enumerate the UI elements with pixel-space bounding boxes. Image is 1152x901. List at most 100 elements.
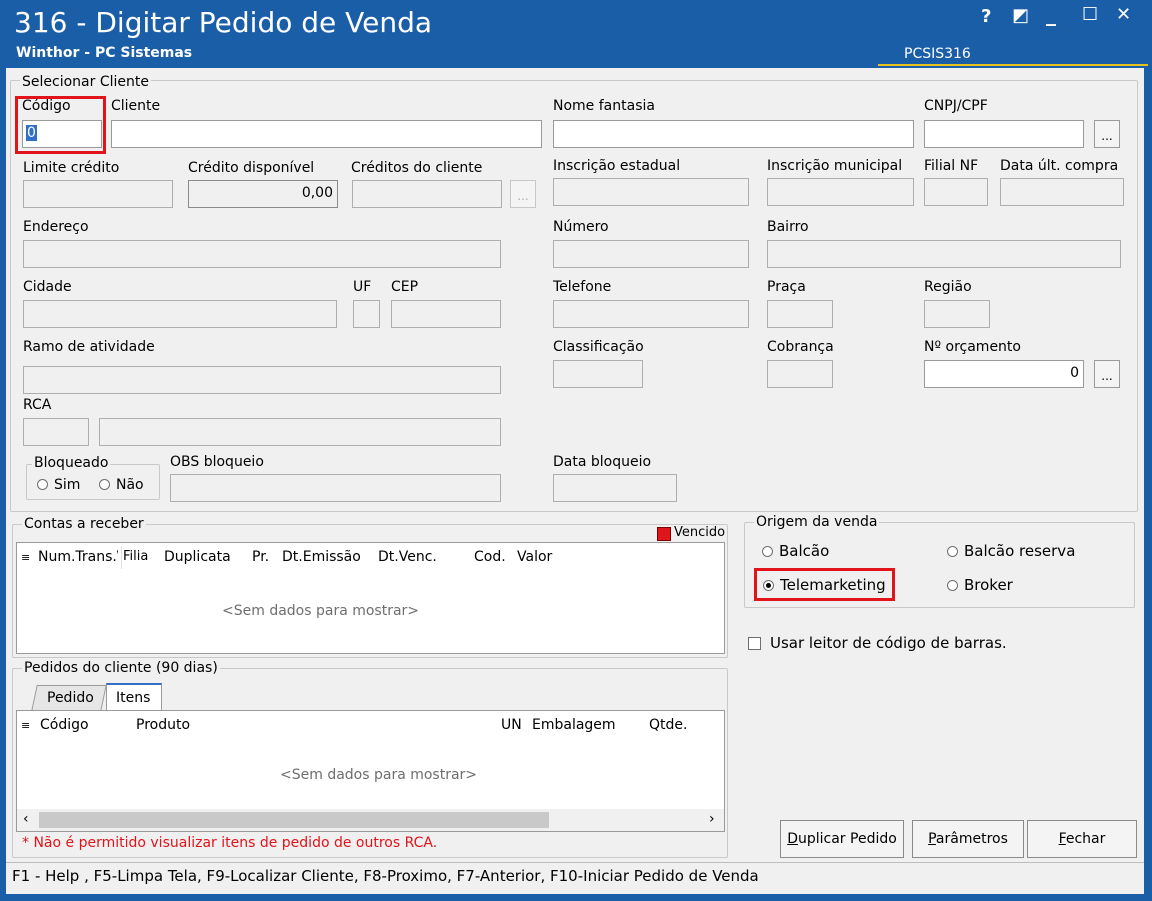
orcamento-input[interactable]: 0 (924, 360, 1084, 388)
cep-field (391, 300, 501, 328)
uf-label: UF (353, 279, 372, 295)
bloqueado-title: Bloqueado (32, 455, 111, 471)
close-icon[interactable]: ✕ (1116, 4, 1131, 25)
col-qtde[interactable]: Qtde. (649, 717, 687, 733)
leitor-codigo-barras-label[interactable]: Usar leitor de código de barras. (770, 634, 1007, 652)
cobranca-label: Cobrança (767, 339, 834, 355)
col-duplicata[interactable]: Duplicata (164, 549, 231, 565)
cep-label: CEP (391, 279, 419, 295)
scroll-thumb[interactable] (39, 812, 549, 828)
ramo-atividade-label: Ramo de atividade (23, 339, 155, 355)
col-valor[interactable]: Valor (517, 549, 552, 565)
balcao-reserva-label: Balcão reserva (964, 542, 1076, 560)
bairro-label: Bairro (767, 219, 809, 235)
col-dt-venc[interactable]: Dt.Venc. (378, 549, 437, 565)
numero-label: Número (553, 219, 609, 235)
origem-balcao-radio[interactable]: Balcão (762, 542, 829, 560)
sim-label: Sim (54, 477, 81, 493)
col-embalagem[interactable]: Embalagem (532, 717, 616, 733)
cnpj-search-button[interactable]: ... (1094, 120, 1120, 148)
data-bloqueio-label: Data bloqueio (553, 454, 652, 470)
classificacao-label: Classificação (553, 339, 644, 355)
program-code: PCSIS316 (904, 46, 971, 62)
scroll-right-arrow-icon[interactable]: › (709, 811, 715, 827)
col-codigo[interactable]: Código (40, 717, 89, 733)
balcao-label: Balcão (779, 542, 830, 560)
radio-icon (947, 580, 958, 591)
uf-field (353, 300, 380, 328)
inscricao-municipal-label: Inscrição municipal (767, 158, 903, 174)
credito-disponivel-label: Crédito disponível (188, 160, 315, 176)
creditos-cliente-button[interactable]: ... (510, 180, 536, 208)
credito-disponivel-value: 0,00 (301, 185, 333, 201)
orcamento-label: Nº orçamento (924, 339, 1021, 355)
cnpj-input[interactable] (924, 120, 1084, 148)
inscricao-municipal-field (767, 178, 914, 206)
inscricao-estadual-field (553, 178, 749, 206)
tab-itens-label[interactable]: Itens (116, 690, 150, 706)
orcamento-search-button[interactable]: ... (1094, 360, 1120, 388)
contas-empty-message: <Sem dados para mostrar> (222, 603, 420, 619)
col-filial[interactable]: Filia (123, 549, 163, 564)
ramo-atividade-field (23, 366, 501, 394)
bairro-field (767, 240, 1121, 268)
bloqueado-sim-radio[interactable]: Sim (37, 477, 80, 493)
col-num-trans[interactable]: Num.Trans.\ (38, 549, 118, 565)
maximize-icon[interactable]: ☐ (1082, 4, 1098, 25)
col-cod[interactable]: Cod. (474, 549, 506, 565)
window-subtitle: Winthor - PC Sistemas (16, 45, 193, 61)
rca-name-field (99, 418, 501, 446)
parametros-button[interactable]: Parâmetros (912, 820, 1024, 858)
duplicar-pedido-button[interactable]: Duplicar Pedido (780, 820, 904, 858)
vencido-legend-label: Vencido (674, 525, 726, 540)
col-dt-emissao[interactable]: Dt.Emissão (282, 549, 361, 565)
grid-menu-icon[interactable]: ≡ (21, 719, 30, 732)
col-prest[interactable]: Pr. (252, 549, 269, 565)
broker-label: Broker (964, 576, 1013, 594)
tab-pedido-label[interactable]: Pedido (47, 690, 94, 706)
limite-credito-field (23, 180, 173, 208)
contas-receber-grid[interactable]: ≡ Num.Trans.\ Filia Duplicata Pr. Dt.Emi… (16, 542, 725, 654)
data-bloqueio-field (553, 474, 677, 502)
radio-icon (762, 546, 773, 557)
codigo-highlight (15, 96, 106, 154)
inscricao-estadual-label: Inscrição estadual (553, 158, 681, 174)
group-pedidos-cliente-title: Pedidos do cliente (90 dias) (22, 660, 220, 676)
pedidos-itens-grid[interactable]: ≡ Código Produto UN Embalagem Qtde. <Sem… (16, 710, 725, 832)
window-title: 316 - Digitar Pedido de Venda (14, 6, 433, 39)
praca-field (767, 300, 833, 328)
cidade-field (23, 300, 337, 328)
nome-fantasia-input[interactable] (553, 120, 914, 148)
minimize-icon[interactable]: _ (1046, 2, 1056, 26)
group-contas-receber-title: Contas a receber (22, 516, 146, 532)
rca-label: RCA (23, 397, 52, 413)
help-icon[interactable]: ? (981, 6, 991, 27)
cliente-label: Cliente (111, 98, 161, 114)
origem-balcao-reserva-radio[interactable]: Balcão reserva (947, 542, 1075, 560)
grid-menu-icon[interactable]: ≡ (21, 551, 30, 564)
col-produto[interactable]: Produto (136, 717, 190, 733)
restore-icon[interactable]: ◩ (1012, 5, 1029, 26)
credito-disponivel-field: 0,00 (188, 180, 338, 208)
endereco-field (23, 240, 501, 268)
nome-fantasia-label: Nome fantasia (553, 98, 655, 114)
cnpj-label: CNPJ/CPF (924, 98, 988, 114)
col-un[interactable]: UN (501, 717, 522, 733)
classificacao-field (553, 360, 643, 388)
obs-bloqueio-field (170, 474, 501, 502)
leitor-codigo-barras-checkbox[interactable] (748, 637, 761, 650)
telemarketing-highlight (754, 568, 895, 601)
scroll-left-arrow-icon[interactable]: ‹ (23, 811, 29, 827)
horizontal-scrollbar[interactable]: ‹ › (17, 809, 724, 831)
status-bar-divider (6, 862, 1144, 863)
telefone-label: Telefone (553, 279, 612, 295)
bloqueado-nao-radio[interactable]: Não (99, 477, 144, 493)
regiao-label: Região (924, 279, 972, 295)
cliente-input[interactable] (111, 120, 542, 148)
col-separator (121, 547, 122, 569)
fechar-button[interactable]: Fechar (1027, 820, 1137, 858)
orcamento-value: 0 (1070, 365, 1079, 381)
origem-broker-radio[interactable]: Broker (947, 576, 1013, 594)
status-bar: F1 - Help , F5-Limpa Tela, F9-Localizar … (12, 867, 759, 885)
nao-label: Não (116, 477, 144, 493)
